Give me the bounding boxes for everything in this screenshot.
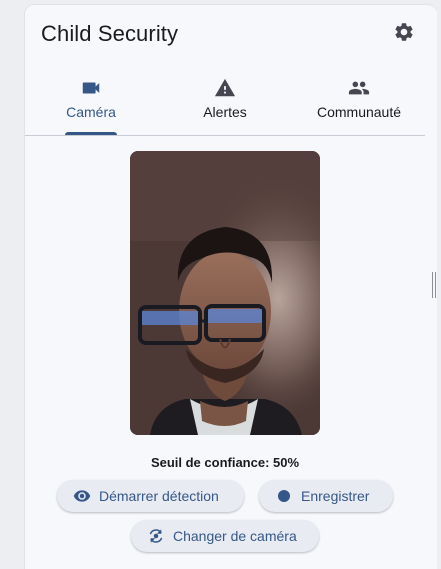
panel-resize-handle[interactable] xyxy=(432,272,436,298)
active-tab-indicator xyxy=(65,132,117,135)
confidence-threshold: Seuil de confiance: 50% xyxy=(150,455,300,470)
switch-camera-label: Changer de caméra xyxy=(173,528,297,544)
warning-icon xyxy=(214,77,236,99)
app-header: Child Security xyxy=(25,5,437,63)
gear-icon xyxy=(393,21,415,48)
tab-alerts[interactable]: Alertes xyxy=(185,67,265,135)
switch-camera-icon xyxy=(147,527,165,545)
record-dot-icon xyxy=(275,487,293,505)
tab-camera-label: Caméra xyxy=(66,104,116,120)
switch-camera-button[interactable]: Changer de caméra xyxy=(131,520,319,552)
tab-community-label: Communauté xyxy=(316,104,402,120)
app-title: Child Security xyxy=(41,21,179,46)
camera-preview xyxy=(130,151,320,435)
tab-bar: Caméra Alertes Communauté xyxy=(25,67,425,136)
start-detection-button[interactable]: Démarrer détection xyxy=(57,480,244,512)
eye-icon xyxy=(73,487,91,505)
tab-camera[interactable]: Caméra xyxy=(51,67,131,135)
start-detection-label: Démarrer détection xyxy=(99,488,219,504)
settings-button[interactable] xyxy=(391,21,417,47)
people-icon xyxy=(347,77,371,99)
record-label: Enregistrer xyxy=(301,488,370,504)
tab-alerts-label: Alertes xyxy=(203,104,247,120)
app-panel: Child Security Caméra Alertes Communauté… xyxy=(24,4,437,569)
tab-community[interactable]: Communauté xyxy=(309,67,409,135)
record-button[interactable]: Enregistrer xyxy=(259,480,393,512)
videocam-icon xyxy=(80,77,102,99)
